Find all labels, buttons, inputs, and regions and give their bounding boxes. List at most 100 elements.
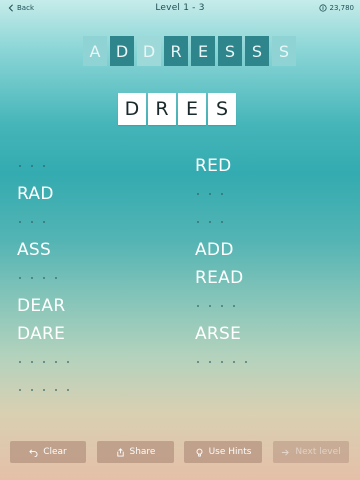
letter-dot	[197, 305, 199, 307]
letter-dot	[19, 165, 21, 167]
found-word-text: ASS	[17, 240, 52, 260]
found-word-text: RED	[195, 156, 232, 176]
coin-balance[interactable]: 23,780	[318, 4, 355, 12]
bottom-toolbar: Clear Share Use Hints Next level	[0, 441, 360, 465]
letter-dot	[31, 277, 33, 279]
letter-dot	[31, 389, 33, 391]
letter-dot	[43, 165, 45, 167]
letter-dot	[43, 361, 45, 363]
clear-button[interactable]: Clear	[10, 441, 86, 463]
found-word-text: RAD	[17, 184, 54, 204]
next-level-button[interactable]: Next level	[273, 441, 349, 463]
next-level-label: Next level	[295, 447, 341, 457]
clear-label: Clear	[43, 447, 67, 457]
letter-tile[interactable]: A	[83, 36, 107, 66]
letter-dot	[233, 361, 235, 363]
letter-dots	[195, 361, 247, 363]
hidden-word-slot	[17, 152, 177, 180]
found-word: RED	[195, 152, 355, 180]
found-word-text: ADD	[195, 240, 234, 260]
share-icon	[116, 447, 124, 457]
letter-dot	[197, 193, 199, 195]
letter-dot	[19, 361, 21, 363]
arrow-right-icon	[282, 448, 290, 456]
found-word-text: DEAR	[17, 296, 66, 316]
letter-dot	[31, 361, 33, 363]
hidden-word-slot	[195, 292, 355, 320]
hidden-word-slot	[17, 348, 177, 376]
answer-tile[interactable]: S	[208, 93, 236, 125]
found-word: ARSE	[195, 320, 355, 348]
found-word: RAD	[17, 180, 177, 208]
letter-dot	[197, 221, 199, 223]
letter-dot	[19, 389, 21, 391]
letter-dots	[17, 277, 57, 279]
letter-dots	[195, 305, 235, 307]
letter-dot	[43, 221, 45, 223]
letter-dots	[195, 221, 223, 223]
word-list-right: RED ADD READ ARSE	[195, 152, 355, 376]
game-screen: Back Level 1 - 3 23,780 ADDRESSS DRES RA…	[0, 0, 360, 480]
letter-dot	[31, 165, 33, 167]
letter-dot	[67, 361, 69, 363]
hidden-word-slot	[195, 180, 355, 208]
share-button[interactable]: Share	[97, 441, 174, 463]
hidden-word-slot	[17, 208, 177, 236]
letter-dot	[209, 361, 211, 363]
letter-dot	[245, 361, 247, 363]
source-letters: ADDRESSS	[83, 36, 296, 66]
letter-tile[interactable]: S	[218, 36, 242, 66]
coin-count: 23,780	[329, 4, 355, 12]
letter-tile[interactable]: E	[191, 36, 215, 66]
letter-dot	[221, 305, 223, 307]
letter-dot	[19, 277, 21, 279]
letter-dot	[67, 389, 69, 391]
letter-dot	[31, 221, 33, 223]
letter-dots	[17, 165, 45, 167]
letter-dot	[221, 361, 223, 363]
letter-dot	[209, 221, 211, 223]
letter-dot	[209, 305, 211, 307]
hidden-word-slot	[17, 264, 177, 292]
letter-tile[interactable]: D	[137, 36, 161, 66]
level-title: Level 1 - 3	[155, 3, 205, 13]
answer-tile[interactable]: D	[118, 93, 146, 125]
letter-dot	[221, 221, 223, 223]
letter-dot	[233, 305, 235, 307]
letter-dot	[55, 361, 57, 363]
letter-tile[interactable]: S	[272, 36, 296, 66]
letter-dot	[55, 277, 57, 279]
current-answer: DRES	[118, 93, 236, 125]
answer-tile[interactable]: R	[148, 93, 176, 125]
found-word: DEAR	[17, 292, 177, 320]
found-word: ADD	[195, 236, 355, 264]
letter-dot	[43, 389, 45, 391]
letter-tile[interactable]: D	[110, 36, 134, 66]
hidden-word-slot	[195, 208, 355, 236]
undo-icon	[29, 448, 38, 457]
found-word: ASS	[17, 236, 177, 264]
letter-dot	[55, 389, 57, 391]
found-word: DARE	[17, 320, 177, 348]
letter-dot	[43, 277, 45, 279]
share-label: Share	[129, 447, 156, 457]
letter-dot	[209, 193, 211, 195]
lightbulb-icon	[196, 448, 203, 457]
word-list-left: RAD ASS DEAR DARE	[17, 152, 177, 404]
hints-label: Use Hints	[208, 447, 252, 457]
letter-tile[interactable]: S	[245, 36, 269, 66]
found-word: READ	[195, 264, 355, 292]
hidden-word-slot	[195, 348, 355, 376]
found-word-text: READ	[195, 268, 244, 288]
found-word-text: DARE	[17, 324, 66, 344]
letter-dot	[19, 221, 21, 223]
letter-dots	[17, 389, 69, 391]
letter-dot	[197, 361, 199, 363]
use-hints-button[interactable]: Use Hints	[184, 441, 262, 463]
coin-icon	[318, 4, 327, 12]
letter-dots	[195, 193, 223, 195]
found-word-text: ARSE	[195, 324, 242, 344]
letter-tile[interactable]: R	[164, 36, 188, 66]
top-bar: Back Level 1 - 3 23,780	[0, 0, 360, 20]
answer-tile[interactable]: E	[178, 93, 206, 125]
